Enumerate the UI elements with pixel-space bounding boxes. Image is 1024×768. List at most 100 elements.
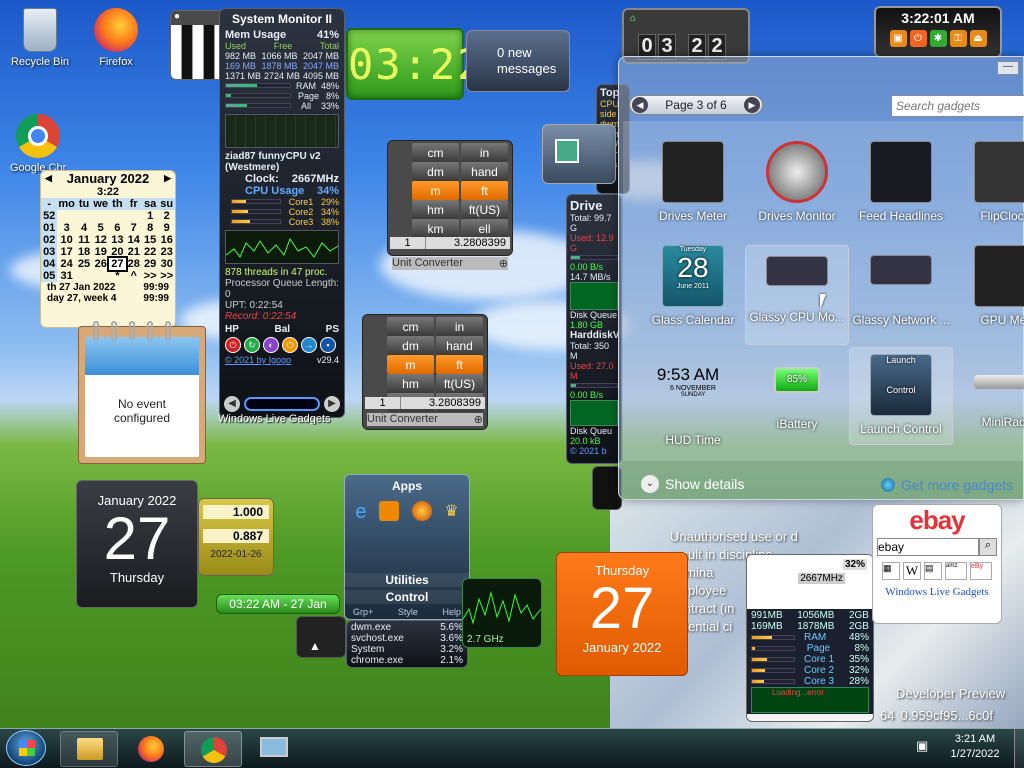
cal-day-cell[interactable] xyxy=(57,210,76,222)
process-list-gadget[interactable]: dwm.exe 5.6% svchost.exe 3.6% System 3.2… xyxy=(346,620,468,668)
key-icon[interactable]: ⚿ xyxy=(949,30,967,47)
cal-prev-icon[interactable]: ◀ xyxy=(45,173,52,184)
uc-b-add-icon[interactable]: ⊕ xyxy=(474,413,483,426)
cal-day-cell[interactable] xyxy=(92,270,109,282)
taskbar-chrome-button[interactable] xyxy=(184,731,242,767)
ebay-gadget[interactable]: ebay ⌕ ▦ W ▤ amz eBy Windows Live Gadget… xyxy=(872,504,1002,624)
uc-a-input[interactable]: 1 xyxy=(390,237,426,249)
store-icon[interactable]: ▦ xyxy=(882,562,900,580)
cal-day-cell[interactable]: 21 xyxy=(126,246,142,258)
gallery-item-glassy-network[interactable]: Glassy Network ... xyxy=(849,245,953,327)
gallery-item-hud-time[interactable]: 9:53 AM 6 NOVEMBER SUNDAY HUD Time xyxy=(641,349,745,447)
uc-from-unit[interactable]: dm xyxy=(412,162,459,181)
cal-day-cell[interactable]: 24 xyxy=(57,258,76,270)
cal-day-cell[interactable]: 11 xyxy=(76,234,92,246)
gallery-item-launch-control[interactable]: Launch Control Launch Control xyxy=(849,347,953,445)
cal-day-cell[interactable]: 18 xyxy=(76,246,92,258)
cal-day-cell[interactable]: 22 xyxy=(142,246,159,258)
uc-to-unit[interactable]: in xyxy=(461,143,508,162)
drives-copyright[interactable]: © 2021 b xyxy=(570,446,618,456)
utilities-button[interactable]: Utilities xyxy=(345,573,469,587)
gallery-item-drives-monitor[interactable]: Drives Monitor xyxy=(745,141,849,223)
cal-day-cell[interactable]: 4 xyxy=(76,222,92,234)
cal-day-cell[interactable]: 10 xyxy=(57,234,76,246)
date-dark-gadget[interactable]: January 2022 27 Thursday xyxy=(76,480,198,608)
mini-system-monitor-gadget[interactable]: 32% 2667MHz 991MB 1056MB 2GB 169MB 1878MB 2G… xyxy=(746,554,874,722)
gallery-minimize-button[interactable]: — xyxy=(997,61,1019,75)
cal-day-cell[interactable]: 16 xyxy=(158,234,175,246)
ebay-search-input[interactable] xyxy=(877,538,979,556)
cal-day-cell[interactable]: 26 xyxy=(92,258,109,270)
currency-gadget[interactable]: 1.000 0.887 2022-01-26 xyxy=(198,498,274,576)
apps-help[interactable]: Help xyxy=(442,607,461,617)
firefox-icon[interactable]: Firefox xyxy=(80,8,152,68)
cal-day-cell[interactable]: 8 xyxy=(142,222,159,234)
cal-day-cell[interactable] xyxy=(76,210,92,222)
gallery-item-feed-headlines[interactable]: Feed Headlines xyxy=(849,141,953,223)
power-icon[interactable]: ⏻ xyxy=(909,30,927,47)
cal-day-cell[interactable]: 30 xyxy=(158,258,175,270)
uc-from-unit[interactable]: cm xyxy=(412,143,459,162)
windows-live-gadgets-ticker[interactable]: Windows Live Gadgets xyxy=(218,413,344,425)
hibernate-icon[interactable]: ◐ xyxy=(263,337,279,353)
cal-day-cell[interactable]: 31 xyxy=(57,270,76,282)
uc-to-unit[interactable]: ft(US) xyxy=(436,374,483,393)
cal-day-cell[interactable] xyxy=(92,210,109,222)
get-more-gadgets-link[interactable]: Get more gadgets xyxy=(881,477,1013,493)
taskbar-firefox-button[interactable] xyxy=(122,731,180,767)
datetime-bar-gadget[interactable]: 03:22 AM - 27 Jan xyxy=(216,594,340,614)
uc-from-unit[interactable]: dm xyxy=(387,336,434,355)
gallery-item-ibattery[interactable]: 85% iBattery xyxy=(745,349,849,431)
cal-day-cell[interactable]: 29 xyxy=(142,258,159,270)
mini-dark-gadget[interactable]: ▲ xyxy=(296,616,346,658)
cal-day-cell[interactable]: ^ xyxy=(126,270,142,282)
show-desktop-button[interactable] xyxy=(1014,729,1024,768)
gallery-next-button[interactable]: ▶ xyxy=(743,97,760,113)
uc-from-unit[interactable]: hm xyxy=(387,374,434,393)
digital-clock-gadget[interactable]: 03:22 xyxy=(346,28,482,100)
prev-arrow-icon[interactable]: ◀ xyxy=(224,396,240,412)
uc-to-unit[interactable]: hand xyxy=(436,336,483,355)
search-icon[interactable]: ⌕ xyxy=(979,538,997,556)
gallery-prev-button[interactable]: ◀ xyxy=(632,97,648,113)
gallery-item-flipclock[interactable]: FlipClock xyxy=(953,141,1024,223)
cal-day-cell[interactable]: 17 xyxy=(57,246,76,258)
uc-from-unit[interactable]: hm xyxy=(412,200,459,219)
tab-hp[interactable]: HP xyxy=(225,324,239,335)
drives-monitor-gadget[interactable]: Drive Total: 99.7 G Used: 12.9 G 0.00 B/… xyxy=(566,194,622,464)
cal-day-cell[interactable]: 15 xyxy=(142,234,159,246)
lock-icon[interactable]: ▪ xyxy=(320,337,336,353)
apps-style[interactable]: Style xyxy=(398,607,418,617)
cal-day-cell[interactable]: 13 xyxy=(109,234,125,246)
small-blue-gadget[interactable] xyxy=(542,124,616,184)
uc-a-add-icon[interactable]: ⊕ xyxy=(499,257,508,270)
cal-day-cell[interactable]: 6 xyxy=(109,222,125,234)
next-arrow-icon[interactable]: ▶ xyxy=(324,396,340,412)
gallery-search-input[interactable] xyxy=(891,95,1024,117)
cal-day-cell[interactable]: 9 xyxy=(158,222,175,234)
tab-bal[interactable]: Bal xyxy=(275,324,291,335)
uc-to-unit[interactable]: ell xyxy=(461,219,508,238)
restart-icon[interactable]: ↻ xyxy=(244,337,260,353)
media-icon[interactable] xyxy=(379,501,400,521)
home-icon[interactable]: ⌂ xyxy=(630,13,636,24)
cal-day-cell[interactable]: 28 xyxy=(126,258,142,270)
settings-icon[interactable]: ✱ xyxy=(929,30,947,47)
gallery-item-drives-meter[interactable]: Drives Meter xyxy=(641,141,745,223)
cal-day-cell[interactable]: 19 xyxy=(92,246,109,258)
piano-gadget[interactable]: ● xyxy=(170,10,226,80)
system-monitor-gadget[interactable]: System Monitor II Mem Usage 41% Used Free T… xyxy=(219,8,345,418)
logoff-icon[interactable]: → xyxy=(301,337,317,353)
cal-day-cell[interactable]: 20 xyxy=(109,246,125,258)
cal-day-cell[interactable]: 1 xyxy=(142,210,159,222)
shutdown-icon[interactable]: ⏻ xyxy=(225,337,241,353)
tab-ps[interactable]: PS xyxy=(326,324,339,335)
paint-icon[interactable] xyxy=(411,501,432,521)
gallery-item-glassy-cpu[interactable]: Glassy CPU Mo... xyxy=(745,245,849,345)
uc-to-unit[interactable]: in xyxy=(436,317,483,336)
cal-day-cell[interactable]: 3 xyxy=(57,222,76,234)
taskbar-explorer-button[interactable] xyxy=(60,731,118,767)
cal-day-cell[interactable]: 2 xyxy=(158,210,175,222)
cal-day-cell[interactable]: * xyxy=(109,270,125,282)
cal-day-cell[interactable]: >> xyxy=(142,270,159,282)
